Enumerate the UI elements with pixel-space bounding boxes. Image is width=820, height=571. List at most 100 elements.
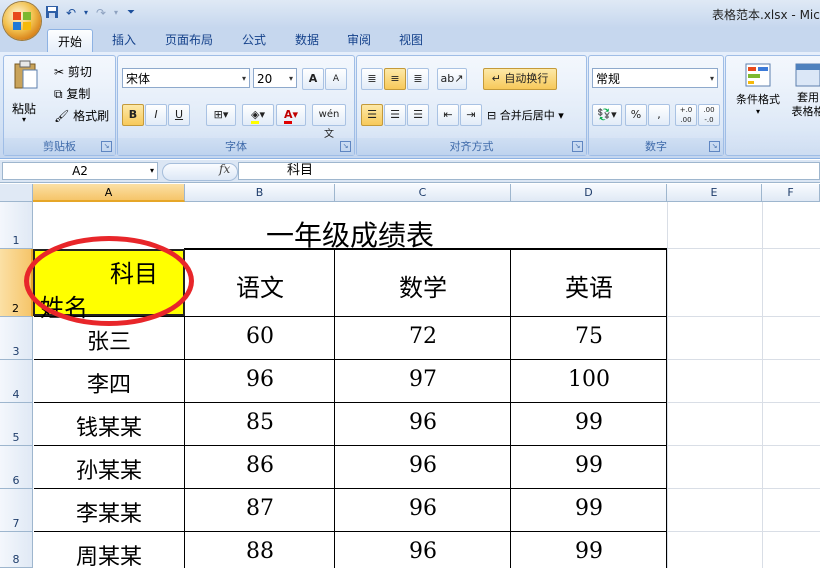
italic-button[interactable]: I <box>145 104 167 126</box>
table-border <box>34 531 667 532</box>
clipboard-group: 粘贴 ▾ ✂ 剪切 ⧉ 复制 🖌 格式刷 剪贴板 ↘ <box>3 55 116 156</box>
format-as-table-button[interactable]: 套用 表格格 <box>788 62 820 119</box>
conditional-format-button[interactable]: 条件格式 ▾ <box>732 62 784 116</box>
grow-font-button[interactable]: A <box>302 68 324 90</box>
column-header-e[interactable]: E <box>667 184 762 202</box>
alignment-group-label: 对齐方式 <box>357 138 586 155</box>
name-box[interactable]: A2 ▾ <box>2 162 158 180</box>
format-painter-button[interactable]: 🖌 格式刷 <box>54 107 109 124</box>
column-header-f[interactable]: F <box>762 184 820 202</box>
alignment-group: ≣ ≡ ≣ ab↗ ↵ 自动换行 ☰ ☰ ☰ ⇤ ⇥ ⊟ 合并后居中 ▾ 对齐方… <box>356 55 587 156</box>
copy-label: 复制 <box>66 87 91 101</box>
phonetic-button[interactable]: wén 文 <box>312 104 346 140</box>
tab-page-layout[interactable]: 页面布局 <box>155 28 223 52</box>
row-header-8[interactable]: 8 <box>0 532 33 568</box>
row-header-7[interactable]: 7 <box>0 489 33 532</box>
align-bottom-button[interactable]: ≣ <box>407 68 429 90</box>
formula-input[interactable]: 科目 <box>238 162 820 180</box>
column-header-b[interactable]: B <box>185 184 335 202</box>
row-score: 99 <box>575 453 603 478</box>
font-color-button[interactable]: A▾ <box>276 104 306 126</box>
tab-home[interactable]: 开始 <box>47 29 94 53</box>
underline-button[interactable]: U <box>168 104 190 126</box>
conditional-format-label: 条件格式 <box>736 93 780 106</box>
row-name: 李四 <box>86 373 131 398</box>
font-name-combo[interactable]: 宋体 ▾ <box>122 68 250 88</box>
comma-button[interactable]: , <box>648 104 670 126</box>
font-size-combo[interactable]: 20 ▾ <box>253 68 297 88</box>
orientation-button[interactable]: ab↗ <box>437 68 467 90</box>
redo-dropdown-icon[interactable]: ▾ <box>112 5 120 21</box>
row-header-3[interactable]: 3 <box>0 317 33 360</box>
row-score: 87 <box>246 496 274 521</box>
cut-label: 剪切 <box>67 65 92 79</box>
row-header-1[interactable]: 1 <box>0 202 33 249</box>
undo-icon[interactable]: ↶ <box>63 5 79 21</box>
align-top-icon: ≣ <box>367 72 377 85</box>
align-top-button[interactable]: ≣ <box>361 68 383 90</box>
align-right-button[interactable]: ☰ <box>407 104 429 126</box>
column-header-c[interactable]: C <box>335 184 511 202</box>
copy-button[interactable]: ⧉ 复制 <box>54 85 90 102</box>
percent-button[interactable]: % <box>625 104 647 126</box>
wrap-text-button[interactable]: ↵ 自动换行 <box>483 68 557 90</box>
row-header-5[interactable]: 5 <box>0 403 33 446</box>
undo-dropdown-icon[interactable]: ▾ <box>82 5 90 21</box>
table-border <box>34 359 667 360</box>
fill-bucket-icon: ◈ <box>251 108 260 124</box>
increase-indent-button[interactable]: ⇥ <box>460 104 482 126</box>
align-bottom-icon: ≣ <box>413 72 423 85</box>
paste-dropdown-icon: ▾ <box>22 115 27 124</box>
office-button[interactable] <box>3 2 41 40</box>
table-border <box>34 488 667 489</box>
borders-icon: ⊞▾ <box>213 108 229 121</box>
align-center-button[interactable]: ☰ <box>384 104 406 126</box>
shrink-font-button[interactable]: A <box>325 68 347 90</box>
borders-button[interactable]: ⊞▾ <box>206 104 236 126</box>
save-icon[interactable] <box>44 5 60 21</box>
increase-decimal-button[interactable]: +.0 .00 <box>675 104 697 126</box>
currency-button[interactable]: 💱▾ <box>592 104 622 126</box>
tab-formulas[interactable]: 公式 <box>232 28 276 52</box>
row-score: 99 <box>575 496 603 521</box>
row-name: 张三 <box>86 330 131 355</box>
number-format-combo[interactable]: 常规 ▾ <box>592 68 718 88</box>
column-header-a[interactable]: A <box>33 184 185 202</box>
tab-insert[interactable]: 插入 <box>102 28 146 52</box>
align-middle-button[interactable]: ≡ <box>384 68 406 90</box>
number-launcher-icon[interactable]: ↘ <box>709 141 720 152</box>
merge-center-button[interactable]: ⊟ 合并后居中 ▾ <box>487 107 564 123</box>
row-name: 钱某某 <box>75 416 142 441</box>
row-header-6[interactable]: 6 <box>0 446 33 489</box>
table-border <box>34 402 667 403</box>
cut-button[interactable]: ✂ 剪切 <box>54 63 92 80</box>
customize-icon[interactable]: ⏷ <box>123 5 139 21</box>
align-center-icon: ☰ <box>390 108 400 121</box>
tab-view[interactable]: 视图 <box>389 28 433 52</box>
column-header-d[interactable]: D <box>511 184 667 202</box>
row-score: 99 <box>575 539 603 564</box>
styles-group: 条件格式 ▾ 套用 表格格 <box>725 55 820 156</box>
align-left-button[interactable]: ☰ <box>361 104 383 126</box>
row-score: 86 <box>246 453 274 478</box>
select-all-corner[interactable] <box>0 184 33 202</box>
bold-button[interactable]: B <box>122 104 144 126</box>
row-score: 72 <box>409 324 437 349</box>
insert-function-icon[interactable]: fx <box>219 162 230 176</box>
clipboard-launcher-icon[interactable]: ↘ <box>101 141 112 152</box>
row-header-4[interactable]: 4 <box>0 360 33 403</box>
decrease-decimal-button[interactable]: .00 -.0 <box>698 104 720 126</box>
redo-icon[interactable]: ↷ <box>93 5 109 21</box>
chevron-down-icon: ▾ <box>709 74 714 83</box>
tab-review[interactable]: 审阅 <box>337 28 381 52</box>
fill-color-button[interactable]: ◈▾ <box>242 104 274 126</box>
align-right-icon: ☰ <box>413 108 423 121</box>
font-launcher-icon[interactable]: ↘ <box>340 141 351 152</box>
tab-data[interactable]: 数据 <box>285 28 329 52</box>
paste-button[interactable]: 粘贴 ▾ <box>12 60 42 124</box>
number-format-value: 常规 <box>596 72 621 86</box>
format-as-table-label: 套用 表格格 <box>791 91 820 118</box>
name-box-value: A2 <box>72 164 88 178</box>
decrease-indent-button[interactable]: ⇤ <box>437 104 459 126</box>
alignment-launcher-icon[interactable]: ↘ <box>572 141 583 152</box>
